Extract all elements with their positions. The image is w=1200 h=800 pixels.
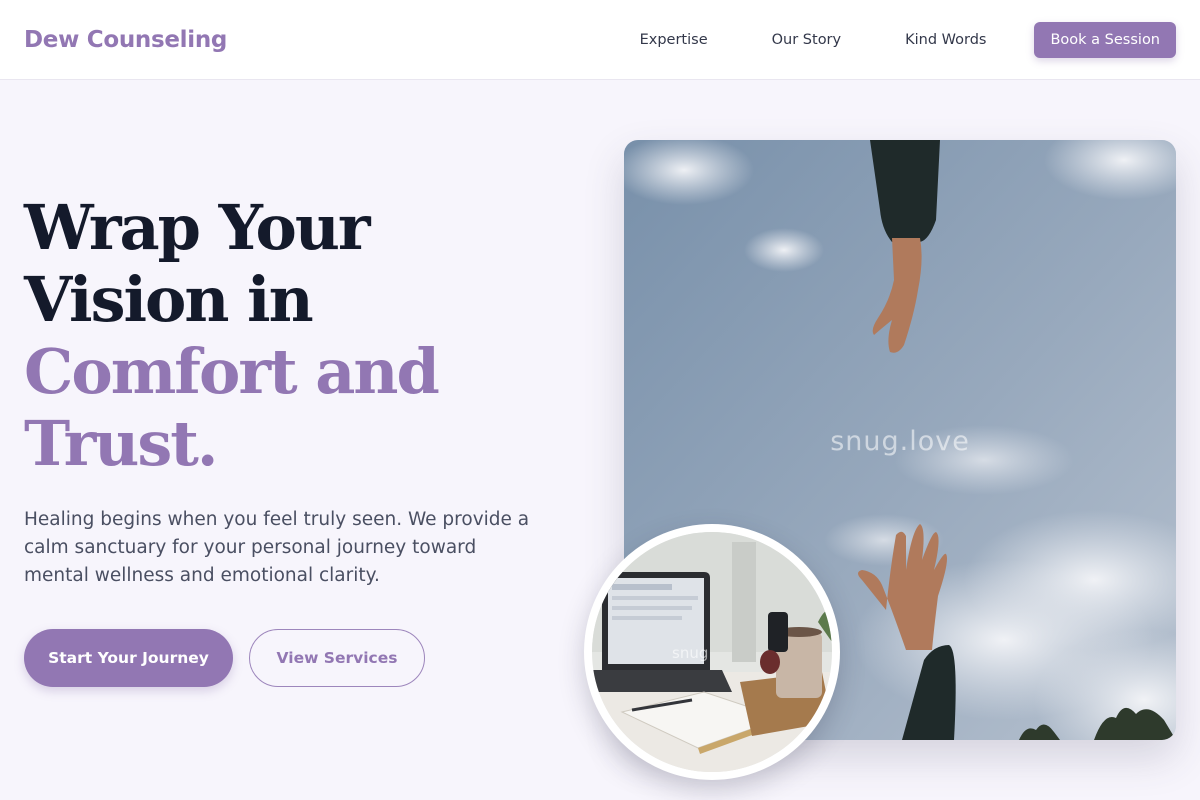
nav-link-kind-words[interactable]: Kind Words (905, 32, 986, 48)
desk-laptop-illustration (592, 532, 832, 772)
site-header: Dew Counseling Expertise Our Story Kind … (0, 0, 1200, 80)
brand-logo[interactable]: Dew Counseling (24, 27, 227, 53)
headline-line: Wrap Your (24, 191, 371, 264)
headline-accent-line: Comfort and (24, 335, 440, 408)
inset-image-desk: snug (584, 524, 840, 780)
nav-link-expertise[interactable]: Expertise (640, 32, 708, 48)
nav-link-our-story[interactable]: Our Story (772, 32, 841, 48)
start-journey-button[interactable]: Start Your Journey (24, 629, 233, 687)
headline-line: Vision in (24, 263, 314, 336)
inset-image-frame: snug (592, 532, 832, 772)
headline-accent-line: Trust. (24, 407, 219, 480)
hero-headline: Wrap Your Vision in Comfort and Trust. (24, 192, 584, 480)
view-services-button[interactable]: View Services (249, 629, 425, 687)
image-watermark: snug.love (830, 426, 970, 457)
book-session-button[interactable]: Book a Session (1034, 21, 1176, 58)
main-nav: Expertise Our Story Kind Words Book a Se… (640, 21, 1176, 58)
hero-subtext: Healing begins when you feel truly seen.… (24, 509, 530, 586)
inset-watermark: snug (672, 644, 709, 662)
